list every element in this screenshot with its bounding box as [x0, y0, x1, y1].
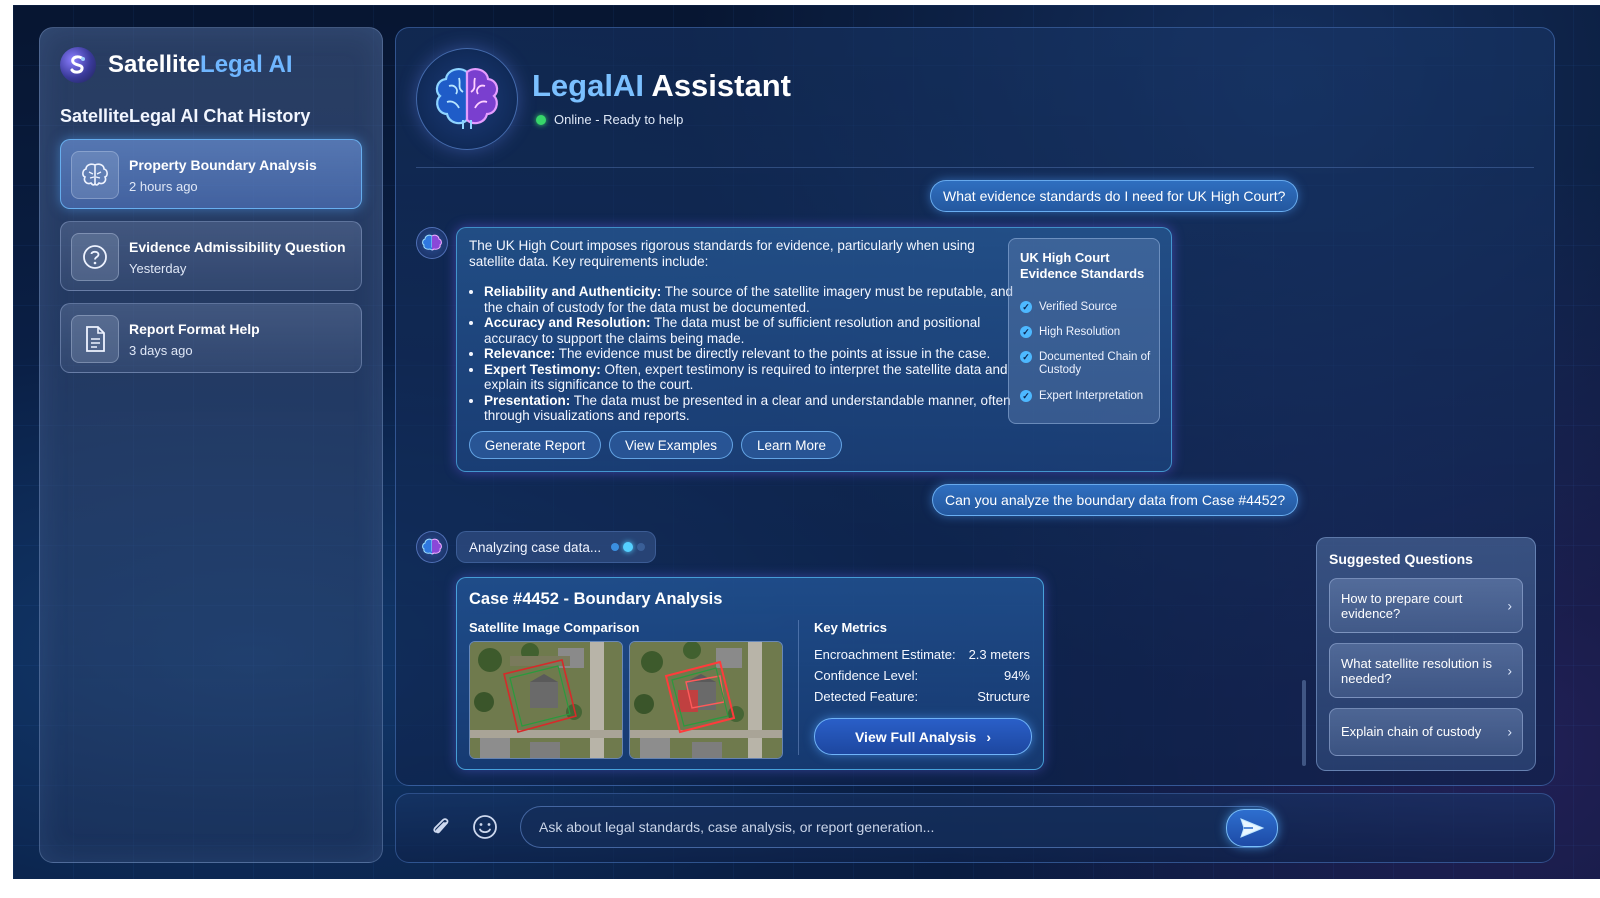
- list-item: Presentation: The data must be presented…: [484, 393, 1014, 424]
- view-examples-button[interactable]: View Examples: [609, 431, 733, 459]
- online-status-dot: [536, 114, 546, 125]
- brain-icon: [435, 68, 499, 129]
- assistant-avatar: [416, 48, 518, 150]
- typing-indicator: Analyzing case data...: [456, 531, 656, 563]
- bot-intro-text: The UK High Court imposes rigorous stand…: [469, 238, 975, 269]
- document-icon: [71, 315, 119, 363]
- question-icon: [71, 233, 119, 281]
- history-item-evidence-admissibility[interactable]: Evidence Admissibility Question Yesterda…: [60, 221, 362, 291]
- bot-avatar-icon: [416, 531, 448, 563]
- chat-history-title: SatelliteLegal AI Chat History: [60, 106, 311, 126]
- list-item: Expert Testimony: Often, expert testimon…: [484, 362, 1014, 393]
- evidence-standards-box: UK High Court Evidence Standards ✓ Verifi…: [1008, 238, 1160, 424]
- chevron-right-icon: ›: [1507, 662, 1512, 678]
- list-item: Relevance: The evidence must be directly…: [484, 346, 1014, 362]
- app-window: SatelliteLegal AI SatelliteLegal AI Chat…: [13, 5, 1600, 879]
- standard-item: ✓ Documented Chain of Custody: [1020, 351, 1155, 377]
- list-item: Reliability and Authenticity: The source…: [484, 284, 1014, 315]
- history-item-time: 2 hours ago: [129, 179, 198, 194]
- learn-more-button[interactable]: Learn More: [741, 431, 842, 459]
- brand-name: SatelliteLegal AI: [108, 51, 293, 78]
- check-icon: ✓: [1020, 390, 1032, 402]
- assistant-status: Online - Ready to help: [536, 112, 683, 127]
- card-divider: [798, 620, 799, 755]
- emoji-icon[interactable]: [472, 814, 498, 840]
- satellite-comparison-label: Satellite Image Comparison: [469, 620, 640, 635]
- satellite-image-after[interactable]: [629, 641, 783, 759]
- history-item-report-format[interactable]: Report Format Help 3 days ago: [60, 303, 362, 373]
- paperclip-icon[interactable]: [428, 814, 454, 840]
- chat-scrollbar[interactable]: [1302, 680, 1306, 766]
- metric-row: Encroachment Estimate: 2.3 meters: [814, 647, 1030, 662]
- case-title: Case #4452 - Boundary Analysis: [469, 590, 723, 608]
- message-composer: [395, 793, 1555, 863]
- history-item-time: 3 days ago: [129, 343, 193, 358]
- brand: SatelliteLegal AI: [60, 46, 293, 84]
- history-item-time: Yesterday: [129, 261, 187, 276]
- standard-item: ✓ Expert Interpretation: [1020, 390, 1155, 403]
- suggestion-chain-of-custody[interactable]: Explain chain of custody ›: [1329, 708, 1523, 756]
- list-item: Accuracy and Resolution: The data must b…: [484, 315, 1014, 346]
- history-item-title: Property Boundary Analysis: [129, 157, 317, 173]
- history-item-title: Report Format Help: [129, 321, 260, 337]
- metric-row: Detected Feature: Structure: [814, 689, 1030, 704]
- requirements-list: Reliability and Authenticity: The source…: [469, 284, 1014, 424]
- message-input[interactable]: [520, 806, 1278, 848]
- suggested-questions-panel: Suggested Questions How to prepare court…: [1316, 537, 1536, 771]
- chevron-right-icon: ›: [986, 728, 992, 745]
- view-full-analysis-button[interactable]: View Full Analysis ›: [814, 718, 1032, 755]
- bot-response-card: The UK High Court imposes rigorous stand…: [456, 227, 1172, 472]
- satellite-image-before[interactable]: [469, 641, 623, 759]
- send-icon: [1240, 818, 1265, 838]
- chevron-right-icon: ›: [1507, 723, 1512, 740]
- header-divider: [416, 167, 1534, 168]
- check-icon: ✓: [1020, 351, 1032, 363]
- sidebar: SatelliteLegal AI SatelliteLegal AI Chat…: [39, 27, 383, 863]
- status-text: Online - Ready to help: [554, 112, 684, 127]
- suggestion-prepare-evidence[interactable]: How to prepare court evidence? ›: [1329, 578, 1523, 633]
- suggested-questions-title: Suggested Questions: [1329, 551, 1473, 567]
- chevron-right-icon: ›: [1507, 597, 1512, 613]
- key-metrics-label: Key Metrics: [814, 620, 887, 635]
- loading-dots-icon: [611, 542, 646, 552]
- assistant-title: LegalAI Assistant: [532, 68, 791, 103]
- chat-panel: LegalAI Assistant Online - Ready to help…: [395, 27, 1555, 786]
- metric-row: Confidence Level: 94%: [814, 668, 1030, 683]
- brain-icon: [71, 151, 119, 199]
- evidence-standards-title: UK High Court Evidence Standards: [1020, 250, 1145, 281]
- analyzing-text: Analyzing case data...: [469, 539, 602, 555]
- history-item-title: Evidence Admissibility Question: [129, 239, 346, 255]
- case-analysis-card: Case #4452 - Boundary Analysis Satellite…: [456, 577, 1044, 770]
- history-item-property-boundary[interactable]: Property Boundary Analysis 2 hours ago: [60, 139, 362, 209]
- send-button[interactable]: [1226, 809, 1278, 847]
- bot-avatar-icon: [416, 227, 448, 259]
- standard-item: ✓ High Resolution: [1020, 326, 1155, 339]
- check-icon: ✓: [1020, 301, 1032, 313]
- suggestion-satellite-resolution[interactable]: What satellite resolution is needed? ›: [1329, 643, 1523, 698]
- user-message: What evidence standards do I need for UK…: [930, 180, 1299, 212]
- generate-report-button[interactable]: Generate Report: [469, 431, 601, 459]
- check-icon: ✓: [1020, 326, 1032, 338]
- user-message: Can you analyze the boundary data from C…: [932, 484, 1299, 516]
- standard-item: ✓ Verified Source: [1020, 301, 1155, 314]
- brand-logo-icon: [60, 47, 96, 83]
